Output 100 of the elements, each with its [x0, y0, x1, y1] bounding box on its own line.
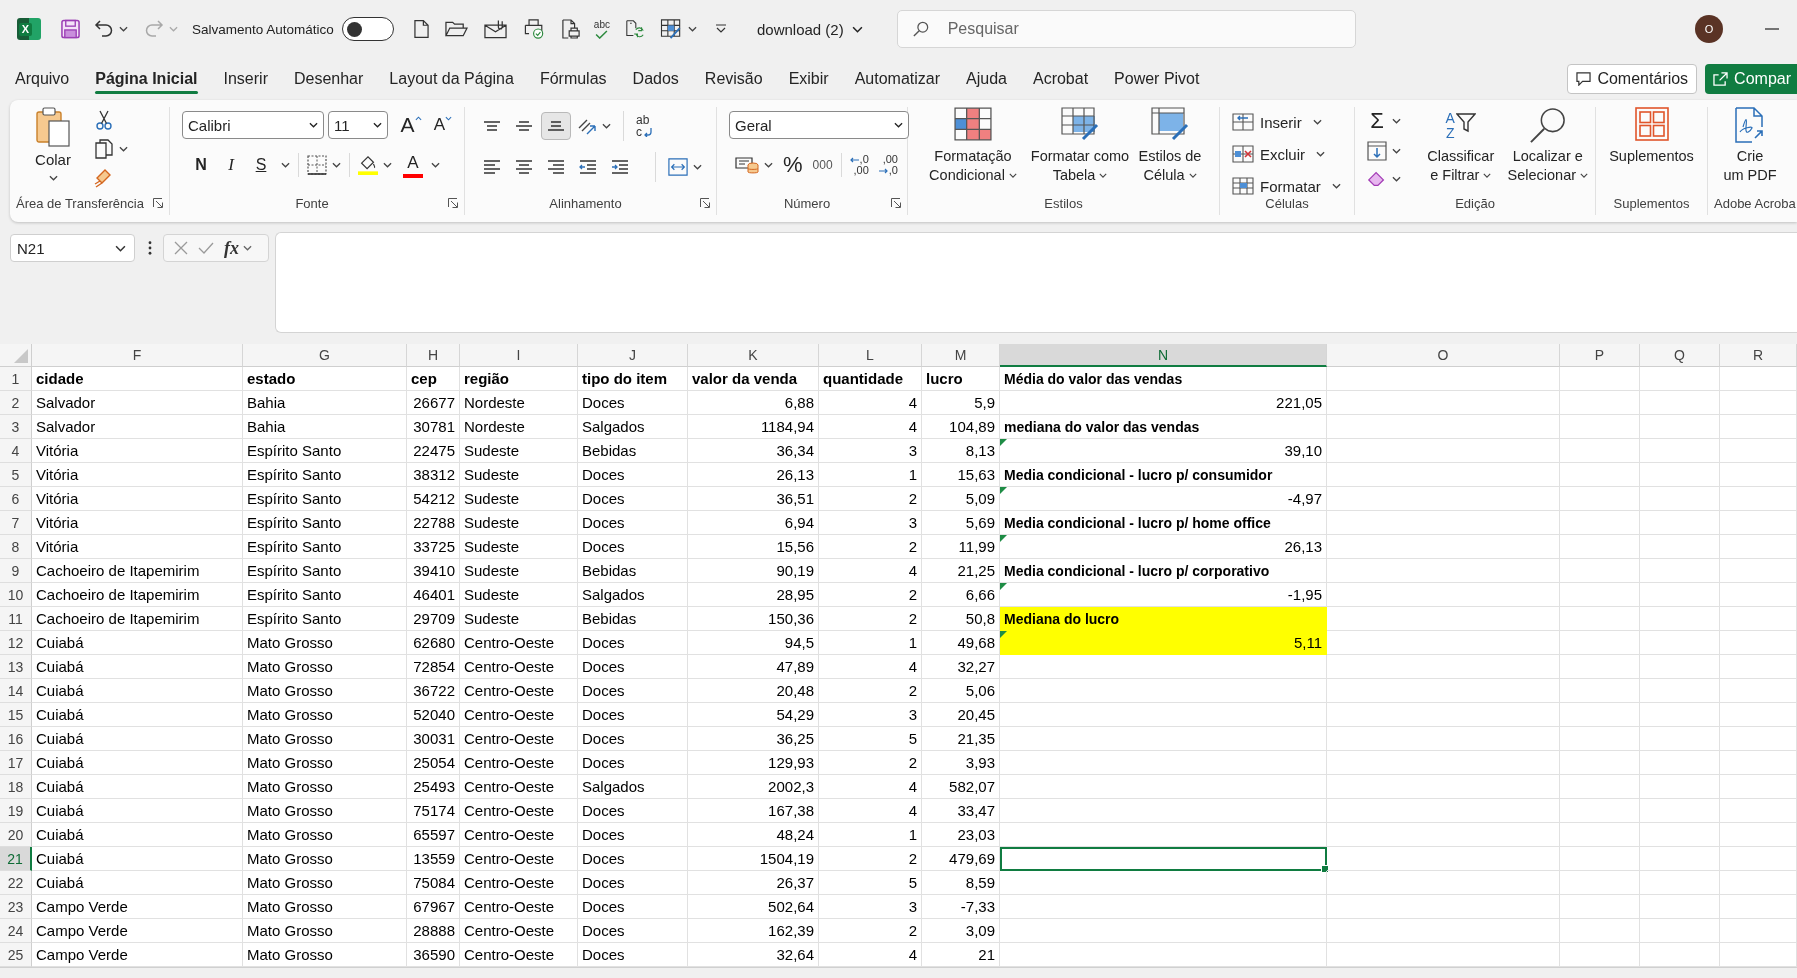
envelope-icon[interactable] — [483, 19, 507, 39]
thousands-button[interactable]: 000 — [812, 158, 833, 172]
increase-indent-icon[interactable] — [611, 160, 629, 174]
find-select-button[interactable]: Localizar e Selecionar — [1500, 107, 1595, 185]
caret-icon[interactable] — [332, 162, 341, 168]
column-header[interactable]: P — [1560, 344, 1640, 367]
align-left-icon[interactable] — [483, 160, 501, 174]
menu-tab[interactable]: Layout da Página — [376, 64, 527, 94]
bold-button[interactable]: N — [186, 151, 216, 179]
spelling-button[interactable]: abc — [593, 17, 610, 41]
caret-icon[interactable] — [1580, 173, 1589, 178]
row-header[interactable]: 7 — [0, 511, 32, 535]
italic-button[interactable]: I — [216, 151, 246, 179]
add-ins-button[interactable]: Suplementos — [1596, 107, 1707, 166]
underline-button[interactable]: S — [246, 151, 276, 179]
row-header[interactable]: 14 — [0, 679, 32, 703]
menu-tab[interactable]: Ajuda — [953, 64, 1020, 94]
caret-icon[interactable] — [383, 162, 392, 168]
arrow-down-box-icon[interactable] — [1367, 141, 1387, 161]
eraser-icon[interactable] — [1367, 169, 1387, 189]
row-header[interactable]: 15 — [0, 703, 32, 727]
search-field[interactable]: Pesquisar — [896, 10, 1356, 48]
row-header[interactable]: 25 — [0, 943, 32, 967]
row-header[interactable]: 18 — [0, 775, 32, 799]
row-header[interactable]: 12 — [0, 631, 32, 655]
caret-icon[interactable] — [115, 244, 126, 252]
column-header[interactable]: I — [460, 344, 578, 367]
caret-icon[interactable] — [894, 122, 903, 128]
column-header[interactable]: J — [578, 344, 688, 367]
row-header[interactable]: 16 — [0, 727, 32, 751]
wrap-text-button[interactable]: ab c — [636, 114, 654, 138]
caret-icon[interactable] — [1392, 118, 1401, 124]
caret-icon[interactable] — [851, 25, 863, 33]
row-header[interactable]: 5 — [0, 463, 32, 487]
increase-decimal-button[interactable]: ,0 ,00 — [849, 154, 869, 176]
paste-button[interactable]: Colar — [20, 107, 86, 181]
menu-tab[interactable]: Dados — [619, 64, 692, 94]
row-header[interactable]: 17 — [0, 751, 32, 775]
print-document-icon[interactable] — [561, 19, 580, 39]
row-header[interactable]: 4 — [0, 439, 32, 463]
sort-filter-button[interactable]: A Z Classificar e Filtrar — [1423, 107, 1499, 185]
row-header[interactable]: 8 — [0, 535, 32, 559]
dialog-launcher-icon[interactable] — [448, 198, 458, 208]
align-center-icon[interactable] — [515, 160, 533, 174]
column-header[interactable]: O — [1327, 344, 1560, 367]
caret-icon[interactable] — [431, 162, 440, 168]
error-indicator-icon[interactable] — [1000, 439, 1007, 446]
scissors-icon[interactable] — [94, 110, 114, 130]
row-header[interactable]: 6 — [0, 487, 32, 511]
print-preview-icon[interactable] — [522, 19, 546, 39]
row-header[interactable]: 24 — [0, 919, 32, 943]
row-header[interactable]: 13 — [0, 655, 32, 679]
menu-tab[interactable]: Desenhar — [280, 64, 377, 94]
font-name-dropdown[interactable]: Calibri — [182, 111, 324, 139]
row-header[interactable]: 2 — [0, 391, 32, 415]
share-button[interactable]: Compar — [1705, 64, 1797, 94]
caret-icon[interactable] — [119, 146, 128, 152]
row-header[interactable]: 23 — [0, 895, 32, 919]
fill-handle[interactable] — [1321, 865, 1329, 873]
column-header[interactable]: G — [243, 344, 407, 367]
dialog-launcher-icon[interactable] — [700, 198, 710, 208]
table-pen-icon[interactable] — [659, 19, 683, 39]
menu-tab[interactable]: Automatizar — [841, 64, 954, 94]
new-file-icon[interactable] — [413, 19, 429, 39]
error-indicator-icon[interactable] — [1000, 535, 1007, 542]
menu-tab[interactable]: Acrobat — [1019, 64, 1102, 94]
font-color-button[interactable]: A — [400, 151, 426, 179]
menu-tab[interactable]: Power Pivot — [1101, 64, 1213, 94]
column-header[interactable]: L — [819, 344, 922, 367]
bill-coins-icon[interactable] — [735, 155, 759, 175]
caret-icon[interactable] — [764, 162, 773, 168]
more-options-icon[interactable] — [148, 241, 152, 255]
error-indicator-icon[interactable] — [1000, 487, 1007, 494]
font-size-dropdown[interactable]: 11 — [328, 111, 388, 139]
decrease-indent-icon[interactable] — [579, 160, 597, 174]
caret-icon[interactable] — [1008, 173, 1017, 178]
formula-input[interactable] — [275, 232, 1797, 333]
error-indicator-icon[interactable] — [1000, 583, 1007, 590]
caret-icon[interactable] — [602, 123, 611, 129]
comments-button[interactable]: Comentários — [1567, 64, 1698, 94]
caret-icon[interactable] — [119, 26, 128, 32]
close-icon[interactable] — [174, 241, 188, 255]
align-bottom-button[interactable] — [541, 112, 571, 140]
caret-icon[interactable] — [48, 175, 58, 181]
shrink-font-button[interactable]: A — [428, 111, 458, 139]
column-header[interactable]: Q — [1640, 344, 1720, 367]
create-pdf-button[interactable]: Crie um PDF — [1708, 107, 1792, 185]
menu-tab[interactable]: Revisão — [691, 64, 776, 94]
column-header[interactable]: F — [32, 344, 243, 367]
caret-icon[interactable] — [1392, 176, 1401, 182]
dialog-launcher-icon[interactable] — [153, 198, 163, 208]
caret-icon[interactable] — [687, 26, 697, 32]
conditional-formatting-button[interactable]: Formatação Condicional — [914, 107, 1032, 185]
refresh-document-icon[interactable] — [625, 19, 644, 39]
caret-icon[interactable] — [1316, 151, 1325, 157]
column-header[interactable]: M — [922, 344, 1000, 367]
menu-tab[interactable]: Arquivo — [2, 64, 83, 94]
row-header[interactable]: 3 — [0, 415, 32, 439]
column-header[interactable]: R — [1720, 344, 1797, 367]
caret-icon[interactable] — [373, 122, 382, 128]
